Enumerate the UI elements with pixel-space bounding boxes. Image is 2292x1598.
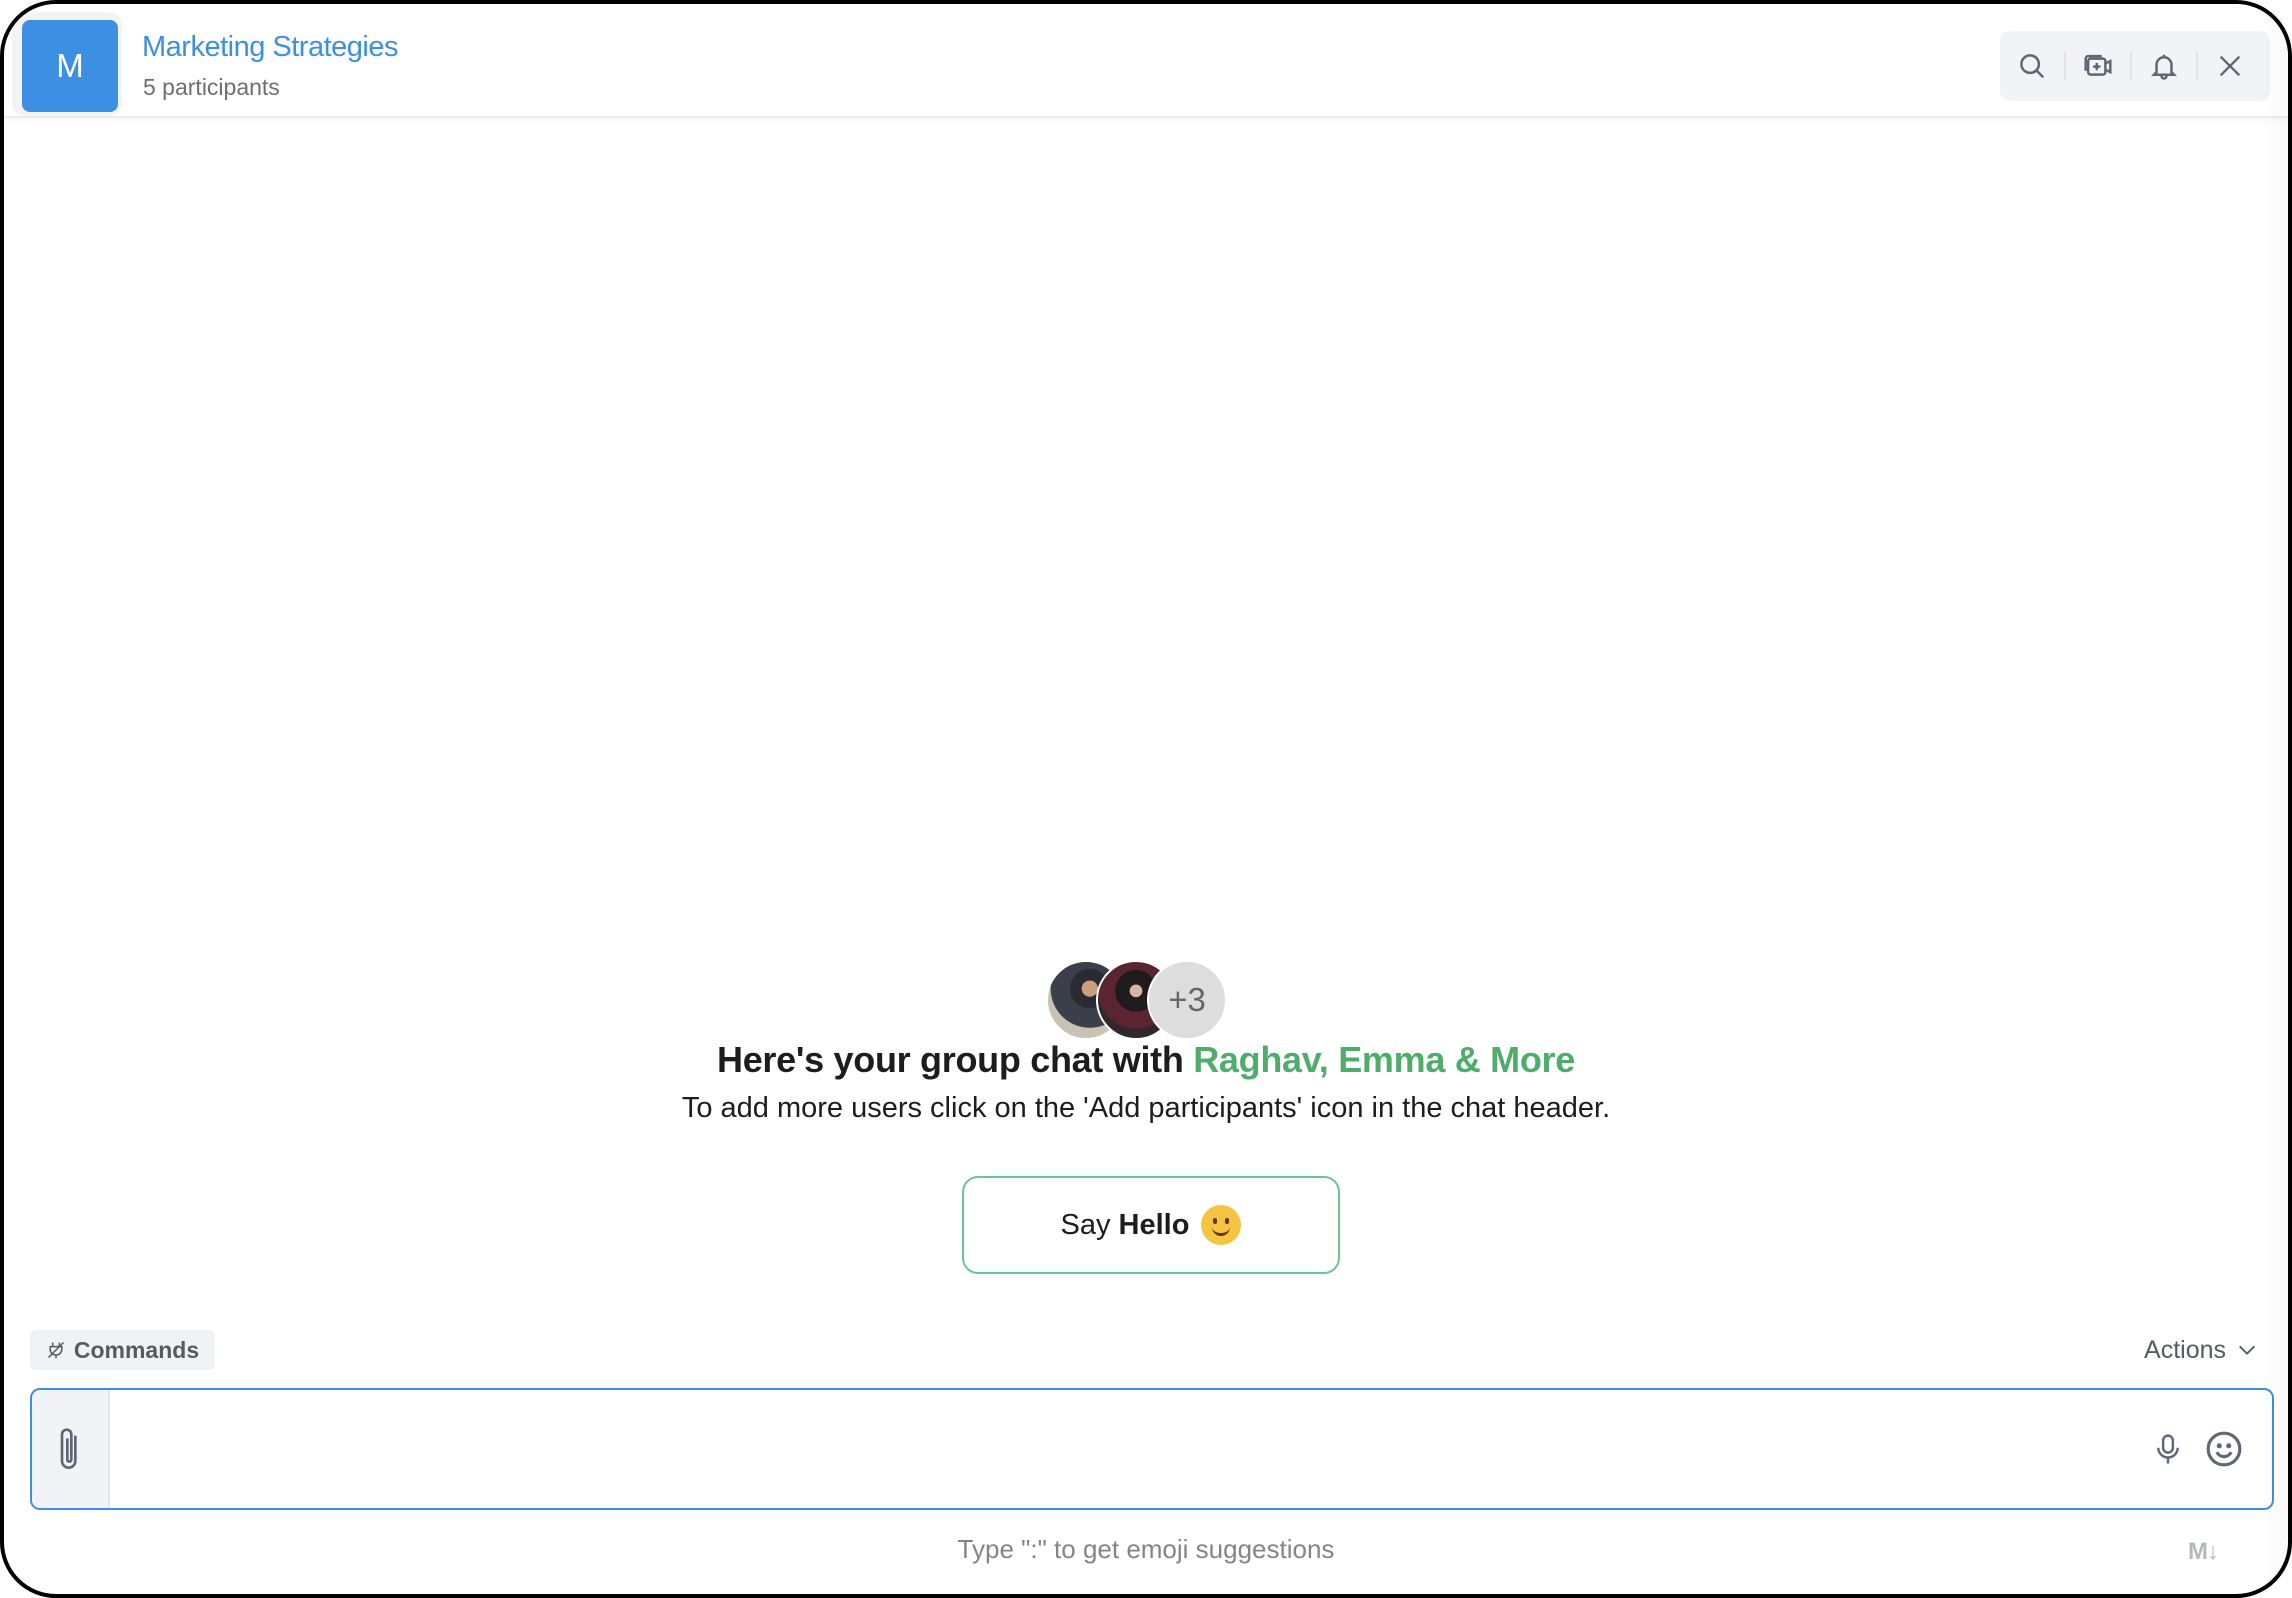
microphone-icon bbox=[2157, 1434, 2179, 1464]
welcome-headline: Here's your group chat with Raghav, Emma… bbox=[4, 1039, 2288, 1081]
participant-names: Raghav, Emma & More bbox=[1193, 1039, 1575, 1080]
message-composer bbox=[30, 1388, 2274, 1510]
chat-header: M Marketing Strategies 5 participants bbox=[4, 4, 2288, 118]
participants-count[interactable]: 5 participants bbox=[143, 74, 280, 101]
emoji-icon bbox=[2206, 1431, 2242, 1467]
bell-icon bbox=[2150, 54, 2178, 80]
plug-icon bbox=[47, 1341, 64, 1359]
paperclip-icon bbox=[60, 1428, 77, 1469]
chat-title[interactable]: Marketing Strategies bbox=[142, 31, 398, 64]
headline-prefix: Here's your group chat with bbox=[717, 1039, 1194, 1080]
actions-dropdown[interactable]: Actions bbox=[2144, 1330, 2258, 1370]
add-participants-button[interactable] bbox=[2066, 31, 2130, 101]
group-avatar[interactable]: M bbox=[22, 20, 118, 112]
welcome-instructions: To add more users click on the 'Add part… bbox=[681, 1092, 1611, 1124]
add-participants-icon bbox=[2084, 54, 2112, 76]
participant-avatars: +3 bbox=[1046, 960, 1228, 1040]
say-hello-button[interactable]: Say Hello bbox=[962, 1176, 1340, 1274]
commands-button[interactable]: Commands bbox=[30, 1330, 215, 1370]
search-icon bbox=[2020, 54, 2045, 79]
message-input[interactable] bbox=[110, 1390, 2140, 1508]
chat-window: M Marketing Strategies 5 participants +3… bbox=[0, 0, 2292, 1598]
smiley-emoji-icon bbox=[1201, 1205, 1242, 1245]
close-icon bbox=[2219, 55, 2241, 77]
header-toolbar bbox=[2000, 31, 2270, 101]
emoji-picker-button[interactable] bbox=[2196, 1390, 2252, 1508]
attach-button[interactable] bbox=[32, 1390, 110, 1508]
search-button[interactable] bbox=[2000, 31, 2064, 101]
actions-label: Actions bbox=[2144, 1335, 2226, 1364]
close-button[interactable] bbox=[2198, 31, 2262, 101]
voice-record-button[interactable] bbox=[2140, 1390, 2196, 1508]
group-avatar-frame: M bbox=[14, 14, 120, 114]
more-participants-badge[interactable]: +3 bbox=[1147, 960, 1227, 1040]
say-hello-bold: Hello bbox=[1118, 1208, 1190, 1241]
commands-label: Commands bbox=[73, 1336, 200, 1363]
say-hello-prefix: Say bbox=[1060, 1208, 1111, 1241]
chevron-down-icon bbox=[2239, 1345, 2255, 1355]
markdown-badge[interactable]: M↓ bbox=[2188, 1538, 2219, 1566]
notifications-button[interactable] bbox=[2132, 31, 2196, 101]
emoji-hint: Type ":" to get emoji suggestions bbox=[957, 1534, 1335, 1564]
